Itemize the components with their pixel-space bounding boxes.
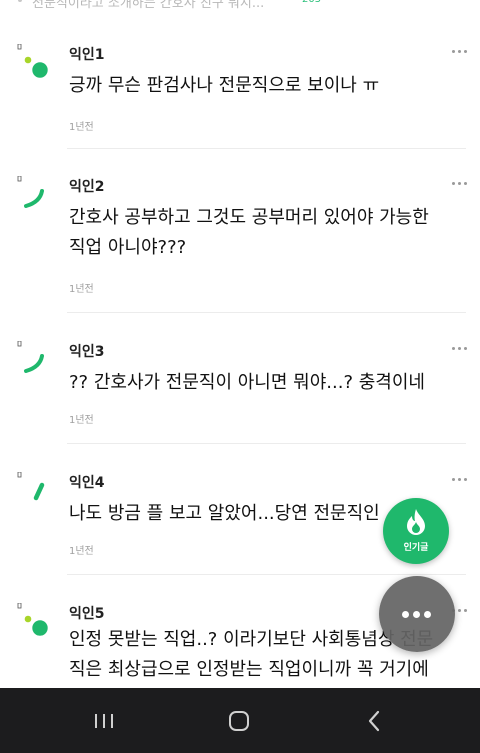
comment-more-icon[interactable] — [452, 182, 468, 186]
green-slash-avatar-icon — [17, 472, 45, 501]
bullet-icon — [18, 0, 22, 2]
green-arc-avatar-icon — [17, 176, 44, 208]
previous-post-link[interactable]: 전문직이라고 소개하는 간호사 친구 뭐지... 205 — [0, 0, 480, 10]
more-options-button[interactable] — [379, 576, 455, 652]
divider — [67, 574, 466, 575]
comment-author[interactable]: 익인3 — [69, 341, 105, 361]
comment-time: 1년전 — [69, 546, 94, 557]
comment-body: 간호사 공부하고 그것도 공부머리 있어야 가능한 직업 아니야??? — [69, 207, 429, 258]
back-icon[interactable] — [354, 706, 394, 736]
comment-more-icon[interactable] — [452, 478, 468, 482]
two-dot-avatar-icon — [17, 44, 48, 78]
comment-author[interactable]: 익인2 — [69, 176, 105, 196]
comment-author[interactable]: 익인1 — [69, 44, 105, 64]
fire-icon — [407, 509, 425, 535]
home-icon[interactable] — [219, 706, 259, 736]
popular-posts-label: 인기글 — [403, 543, 429, 553]
comment-time: 1년전 — [69, 284, 94, 295]
comment-body: ?? 간호사가 전문직이 아니면 뭐야...? 충격이네 — [69, 372, 425, 393]
recents-icon[interactable] — [84, 706, 124, 736]
divider — [67, 148, 466, 149]
comment-author[interactable]: 익인4 — [69, 472, 105, 492]
comment-time: 1년전 — [69, 415, 94, 426]
comment-more-icon[interactable] — [452, 347, 468, 351]
comment-author[interactable]: 익인5 — [69, 603, 105, 623]
system-navigation-bar — [0, 688, 480, 753]
previous-post-title: 전문직이라고 소개하는 간호사 친구 뭐지... — [32, 0, 265, 10]
previous-post-comment-count: 205 — [302, 0, 321, 5]
green-arc-avatar-icon — [17, 341, 44, 373]
comment-body: 긍까 무슨 판검사나 전문직으로 보이나 ㅠ — [69, 75, 380, 96]
popular-posts-button[interactable]: 인기글 — [383, 498, 449, 564]
divider — [67, 312, 466, 313]
comment-more-icon[interactable] — [452, 50, 468, 54]
comment-time: 1년전 — [69, 122, 94, 133]
two-dot-avatar-icon — [17, 603, 48, 636]
divider — [67, 443, 466, 444]
